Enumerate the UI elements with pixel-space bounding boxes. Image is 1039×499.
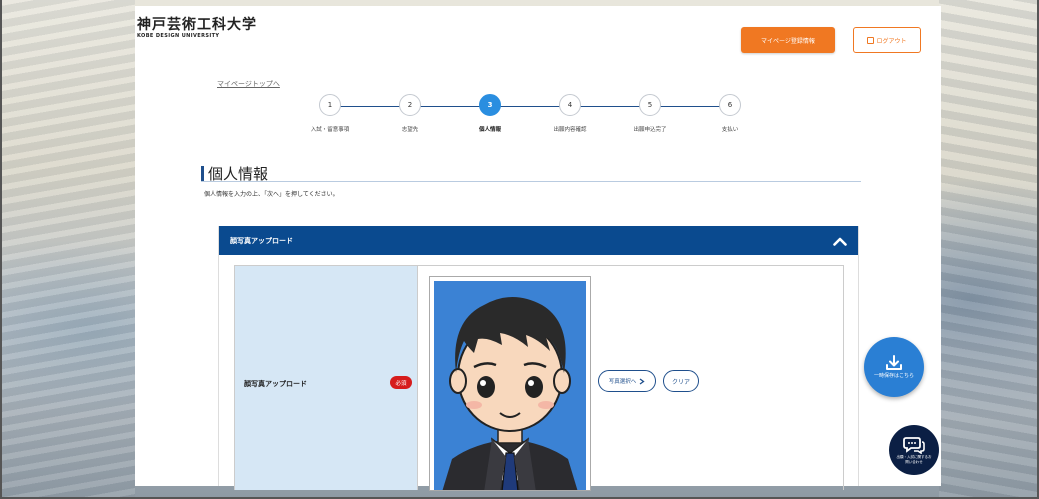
photo-preview: [429, 276, 591, 491]
temporary-save-label: 一時保存はこちら: [873, 372, 914, 379]
select-photo-label: 写真選択へ: [608, 379, 637, 385]
title-divider: [201, 181, 861, 182]
mypage-info-button[interactable]: マイページ登録情報: [741, 27, 835, 53]
logo-jp: 神戸芸術工科大学: [137, 17, 257, 33]
step-1: 1 入試・留意事項: [290, 94, 370, 133]
logout-icon: [867, 36, 875, 44]
download-icon: [886, 354, 902, 370]
step-number: 3: [479, 94, 501, 116]
step-3: 3 個人情報: [450, 94, 530, 133]
photo-upload-row: 顔写真アップロード 必須 写真選択へ クリア: [234, 265, 844, 491]
photo-upload-header-title: 顔写真アップロード: [230, 236, 293, 245]
face-photo-image: [434, 281, 586, 490]
step-number: 1: [319, 94, 341, 116]
inquiry-chat-label: 出願・入試に関するお問い合わせ: [896, 454, 932, 464]
logout-label: ログアウト: [876, 37, 907, 45]
step-label: 入試・留意事項: [310, 127, 350, 133]
clear-photo-label: クリア: [671, 378, 690, 386]
step-label: 出願内容確認: [553, 127, 587, 133]
select-photo-button[interactable]: 写真選択へ: [598, 370, 656, 392]
chevron-up-icon[interactable]: [832, 234, 848, 248]
step-number: 4: [559, 94, 581, 116]
step-2: 2 志望先: [370, 94, 450, 133]
progress-steps: 1 入試・留意事項 2 志望先 3 個人情報 4 出願内容確認 5 出願申込完了…: [310, 94, 770, 144]
step-label: 出願申込完了: [633, 127, 667, 133]
temporary-save-button[interactable]: 一時保存はこちら: [864, 337, 924, 397]
step-number: 6: [719, 94, 741, 116]
title-accent-bar: [201, 165, 204, 182]
chevron-right-icon: [639, 377, 645, 385]
university-logo[interactable]: 神戸芸術工科大学 KOBE DESIGN UNIVERSITY: [137, 18, 257, 39]
step-label: 個人情報: [478, 127, 501, 133]
required-badge: 必須: [390, 376, 412, 389]
step-label: 志望先: [401, 127, 419, 133]
photo-upload-header[interactable]: 顔写真アップロード: [219, 226, 858, 255]
instruction-text: 個人情報を入力の上、「次へ」を押してください。: [204, 191, 339, 198]
photo-upload-label-cell: 顔写真アップロード 必須: [235, 266, 418, 490]
step-number: 5: [639, 94, 661, 116]
inquiry-chat-button[interactable]: 出願・入試に関するお問い合わせ: [889, 425, 939, 475]
logo-en: KOBE DESIGN UNIVERSITY: [137, 33, 220, 39]
photo-upload-section: 顔写真アップロード 顔写真アップロード 必須 写真選択へ クリア: [218, 226, 859, 491]
logout-button[interactable]: ログアウト: [853, 27, 921, 53]
step-5: 5 出願申込完了: [610, 94, 690, 133]
step-number: 2: [399, 94, 421, 116]
chat-bubble-icon: [903, 436, 925, 454]
mypage-info-label: マイページ登録情報: [761, 37, 815, 45]
step-6: 6 支払い: [690, 94, 770, 133]
step-4: 4 出願内容確認: [530, 94, 610, 133]
breadcrumb-mypage-top[interactable]: マイページトップへ: [217, 79, 280, 89]
step-label: 支払い: [721, 127, 739, 133]
clear-photo-button[interactable]: クリア: [663, 370, 699, 392]
main-panel: 神戸芸術工科大学 KOBE DESIGN UNIVERSITY マイページ登録情…: [135, 6, 941, 491]
photo-upload-field-label: 顔写真アップロード: [244, 380, 307, 388]
photo-upload-value-cell: 写真選択へ クリア: [418, 266, 843, 491]
